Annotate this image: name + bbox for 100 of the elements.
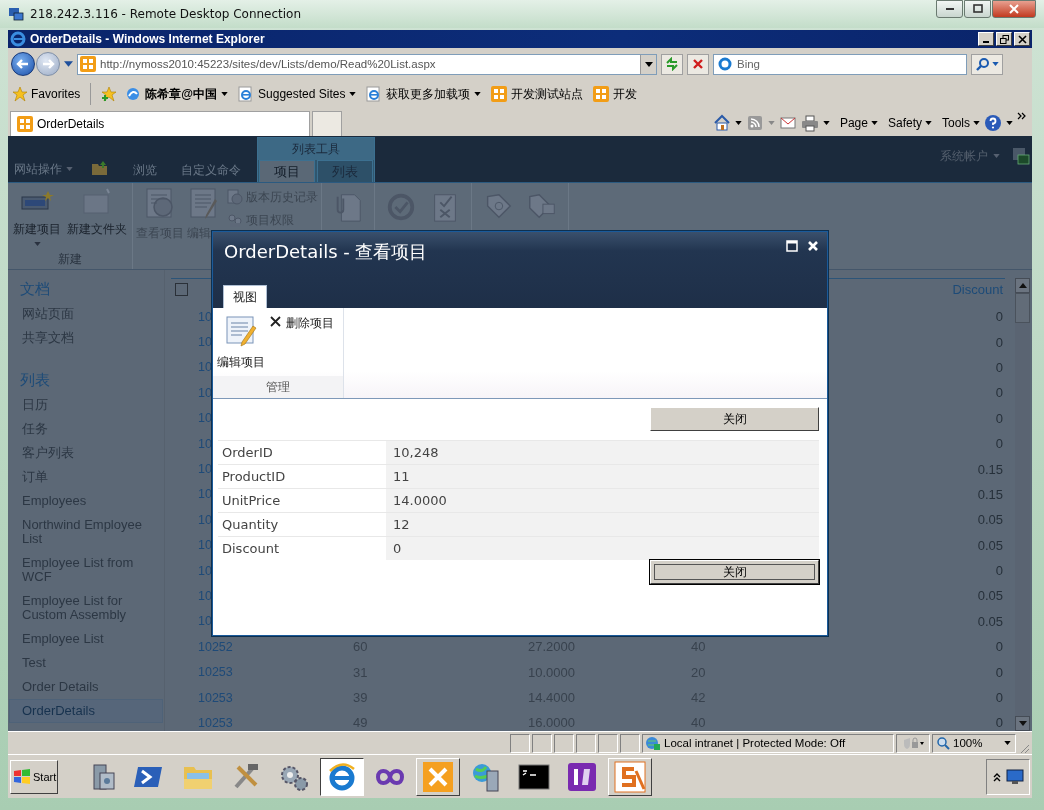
refresh-button[interactable] — [661, 53, 683, 75]
favorites-button[interactable]: Favorites — [12, 86, 81, 102]
search-button[interactable] — [971, 53, 1003, 75]
home-icon[interactable] — [712, 114, 731, 132]
zoom-control[interactable]: 100% — [932, 733, 1016, 753]
ribbon-button[interactable]: 新建文件夹 — [65, 187, 129, 251]
status-segment — [576, 733, 596, 753]
ribbon-button[interactable]: 新建项目 — [11, 187, 63, 251]
delete-item-button[interactable]: 删除项目 — [269, 314, 334, 332]
mail-icon[interactable] — [778, 114, 797, 132]
nav-heading[interactable]: 文档 — [8, 279, 164, 299]
browser-tab[interactable]: OrderDetails — [10, 111, 310, 136]
caret-icon — [870, 121, 878, 125]
dropdown-button[interactable] — [640, 54, 656, 74]
ribbon-tab[interactable]: 浏览 — [121, 159, 169, 182]
stop-button[interactable] — [687, 53, 709, 75]
table-cell-text: 0 — [994, 715, 1004, 731]
caret-icon — [973, 121, 980, 125]
field-value: 11 — [386, 465, 819, 488]
crossed-tools-icon — [422, 760, 454, 793]
address-field[interactable]: http://nymoss2010:45223/sites/dev/Lists/demo/Read%20List.aspx — [77, 53, 657, 75]
help-icon[interactable] — [984, 114, 1002, 132]
close-button[interactable]: 关闭 — [650, 407, 819, 431]
protected-mode-button[interactable] — [896, 733, 930, 753]
table-cell-text: 0.05 — [976, 512, 1004, 528]
table-cell-text: 0 — [994, 385, 1004, 401]
table-cell-text: 0.05 — [976, 613, 1004, 629]
field-label: OrderID — [221, 444, 274, 462]
window-title: 218.242.3.116 - Remote Desktop Connection — [30, 7, 302, 21]
favorites-link[interactable]: 获取更多加载项 — [364, 85, 484, 103]
scrollbar[interactable] — [1015, 278, 1030, 731]
table-cell-text: 0 — [994, 410, 1004, 426]
minimize-button[interactable] — [936, 0, 963, 18]
minimize-icon — [983, 40, 989, 43]
security-zone[interactable]: Local intranet | Protected Mode: Off — [642, 733, 894, 753]
star-icon — [12, 86, 28, 102]
back-arrow-icon — [16, 57, 30, 71]
id-link[interactable]: 10253 — [198, 690, 353, 705]
caret-icon[interactable] — [734, 121, 742, 125]
maximize-icon — [972, 4, 983, 14]
table-cell-text: 0 — [994, 563, 1004, 579]
table-cell-text: 0 — [994, 309, 1004, 325]
back-button[interactable] — [11, 52, 35, 76]
field-label: Discount — [221, 540, 281, 558]
favorites-link[interactable]: 开发 — [591, 85, 640, 103]
folder-icon[interactable] — [91, 160, 109, 176]
monitor-icon[interactable] — [1006, 768, 1024, 785]
edit-item-button[interactable]: 编辑项目 — [217, 314, 265, 376]
search-icon — [975, 57, 990, 71]
ribbon-tab[interactable]: 项目 — [259, 160, 315, 182]
table-cell-text: 0 — [994, 334, 1004, 350]
minimize-icon — [945, 8, 954, 10]
restore-icon — [999, 34, 1009, 44]
refresh-icon — [665, 57, 679, 71]
sharepoint-icon — [80, 56, 96, 72]
close-icon — [269, 315, 282, 328]
browser-title: OrderDetails - Windows Internet Explorer — [30, 32, 265, 46]
sharepoint-icon — [593, 86, 610, 102]
down-arrow-icon — [1018, 721, 1027, 726]
close-icon — [1009, 4, 1019, 14]
status-segment — [598, 733, 618, 753]
favorites-link[interactable]: Suggested Sites — [236, 86, 359, 102]
chevron-icon[interactable] — [1017, 112, 1026, 121]
command-menu[interactable]: Tools — [942, 116, 980, 130]
id-link[interactable]: 10252 — [198, 639, 353, 654]
web-slice-icon — [125, 86, 142, 102]
caret-icon[interactable] — [1006, 121, 1013, 125]
ribbon-tab[interactable]: 视图 — [223, 285, 267, 308]
caret-icon[interactable] — [822, 121, 830, 125]
chevron-icon[interactable] — [992, 771, 1002, 782]
start-button[interactable]: Start — [10, 759, 58, 794]
close-button[interactable]: 关闭 — [650, 560, 819, 584]
command-menu[interactable]: Page — [839, 116, 878, 130]
ribbon-tab[interactable]: 自定义命令 — [169, 159, 253, 182]
nav-link[interactable]: OrderDetails — [9, 699, 163, 723]
taskbar-app[interactable] — [320, 757, 364, 796]
favorites-link[interactable]: 陈希章@中国 — [123, 85, 231, 103]
id-link[interactable]: 10253 — [198, 665, 353, 680]
table-cell-text: 0.05 — [976, 588, 1004, 604]
scroll-thumb[interactable] — [1015, 293, 1030, 323]
monitor-icon[interactable] — [1012, 147, 1030, 165]
forward-arrow-icon — [41, 57, 55, 71]
table-cell-text: 0 — [994, 436, 1004, 452]
edit-document-icon — [224, 314, 258, 348]
search-field[interactable]: Bing — [713, 53, 967, 75]
favorites-link[interactable]: 开发测试站点 — [489, 85, 586, 103]
select-all-checkbox[interactable] — [175, 283, 188, 296]
page-icon — [238, 86, 255, 102]
caret-icon — [66, 167, 73, 171]
maximize-button[interactable] — [964, 0, 991, 18]
command-menu[interactable]: Safety — [887, 116, 932, 130]
maximize-icon[interactable] — [786, 240, 798, 252]
id-link[interactable]: 10253 — [198, 715, 353, 730]
nav-heading[interactable]: 列表 — [8, 370, 164, 390]
table-cell-text: 0.15 — [976, 486, 1004, 502]
print-icon[interactable] — [800, 114, 819, 132]
table-cell-text: 0.05 — [976, 537, 1004, 553]
site-actions-menu[interactable]: 网站操作 — [14, 156, 73, 182]
restore-button[interactable] — [996, 32, 1012, 46]
close-icon[interactable] — [807, 240, 819, 252]
